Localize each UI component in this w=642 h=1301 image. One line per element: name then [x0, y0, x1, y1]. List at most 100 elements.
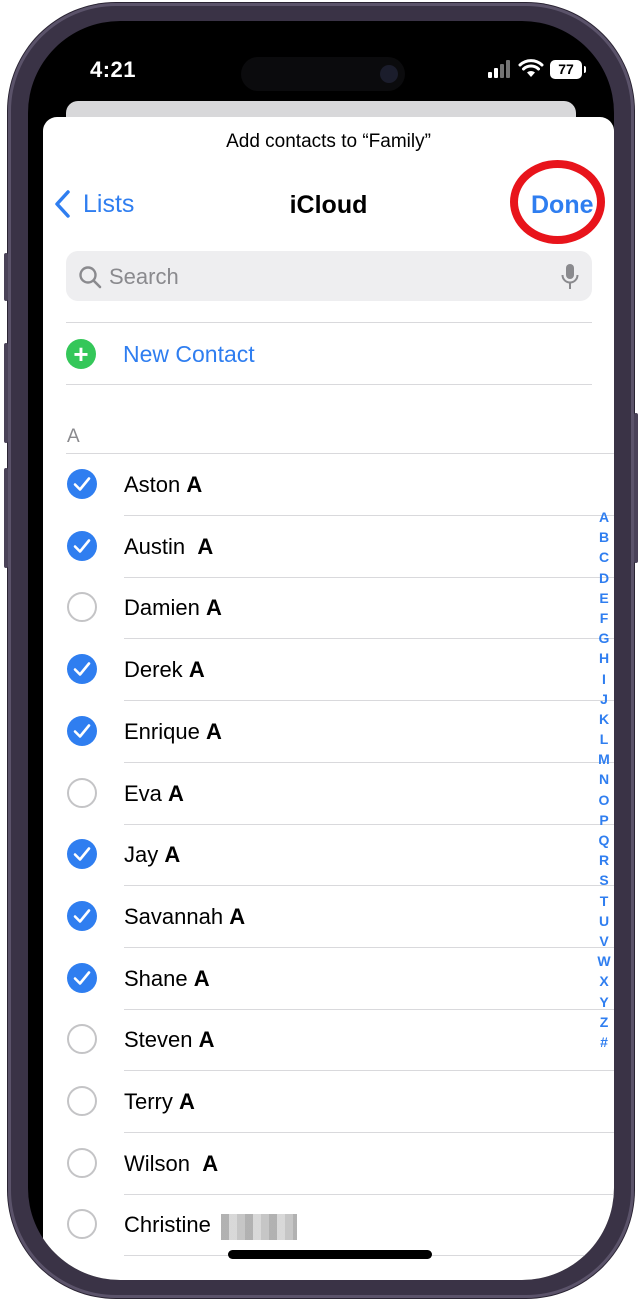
search-icon — [79, 266, 102, 289]
index-letter[interactable]: Y — [593, 992, 614, 1012]
contact-first-name: Shane — [124, 965, 188, 991]
contact-row[interactable]: Derek A — [43, 639, 614, 702]
name-separator — [185, 534, 197, 559]
contact-first-name: Terry — [124, 1089, 173, 1114]
checkmark-circle-icon[interactable] — [67, 654, 97, 685]
contact-row[interactable]: Steven A — [43, 1009, 614, 1072]
contact-row[interactable]: Terry A — [43, 1071, 614, 1133]
index-letter[interactable]: B — [593, 527, 614, 547]
index-letter[interactable]: Z — [593, 1012, 614, 1032]
contact-first-name: Savannah — [124, 903, 224, 929]
cellular-signal-icon — [488, 60, 514, 78]
checkmark-circle-icon[interactable] — [67, 469, 97, 499]
index-letter[interactable]: P — [593, 810, 614, 830]
empty-circle-icon[interactable] — [67, 1209, 97, 1240]
contact-row[interactable]: Christine — [43, 1194, 614, 1257]
index-letter[interactable]: Q — [593, 830, 614, 850]
alphabet-index[interactable]: A B C D E F G H I J K L M N O P Q R S T U V W X Y Z # — [593, 507, 614, 1052]
index-letter[interactable]: D — [593, 568, 614, 588]
contact-last-name: A — [198, 1027, 215, 1053]
contact-row[interactable]: Savannah A — [43, 886, 614, 948]
index-letter[interactable]: R — [593, 850, 614, 870]
contact-row[interactable]: Austin A — [43, 516, 614, 578]
contact-first-name: Eva — [124, 780, 162, 806]
empty-circle-icon[interactable] — [67, 1086, 97, 1116]
chevron-left-icon — [55, 190, 70, 218]
index-letter[interactable]: V — [593, 931, 614, 951]
plus-circle-icon: + — [66, 339, 96, 369]
contact-last-name: A — [168, 780, 184, 806]
checkmark-circle-icon[interactable] — [67, 839, 97, 870]
search-field[interactable]: Search — [66, 251, 592, 301]
contact-last-name: A — [205, 718, 222, 744]
search-placeholder: Search — [109, 264, 179, 289]
microphone-icon[interactable] — [560, 263, 580, 291]
checkmark-circle-icon[interactable] — [67, 962, 97, 993]
contact-first-name: Jay — [124, 842, 159, 868]
contact-name: Shane A — [124, 966, 210, 992]
add-contacts-sheet: Add contacts to “Family” Lists iCloud Do… — [43, 117, 614, 1280]
contact-last-name: A — [202, 1150, 219, 1176]
index-letter[interactable]: S — [593, 870, 614, 890]
contact-last-name: A — [229, 903, 246, 929]
contact-first-name: Austin — [124, 533, 186, 559]
index-letter[interactable]: A — [593, 507, 614, 527]
index-letter[interactable]: E — [593, 588, 614, 608]
index-letter[interactable]: J — [593, 689, 614, 709]
contact-first-name: Damien — [124, 595, 200, 621]
contact-name: Savannah A — [124, 904, 245, 930]
phone-frame: 4:21 77 Add contacts to “Family” Lists i… — [4, 3, 638, 1298]
volume-down-button — [4, 468, 8, 568]
empty-circle-icon[interactable] — [67, 1024, 97, 1055]
checkmark-circle-icon[interactable] — [67, 530, 97, 561]
section-header-a: A — [67, 426, 80, 447]
empty-circle-icon[interactable] — [67, 777, 97, 808]
empty-circle-icon[interactable] — [67, 1147, 97, 1178]
checkmark-circle-icon[interactable] — [67, 900, 97, 931]
new-contact-label: New Contact — [123, 340, 255, 367]
index-letter[interactable]: H — [593, 648, 614, 668]
index-letter[interactable]: F — [593, 608, 614, 628]
contact-first-name: Derek — [124, 657, 183, 683]
contact-name: Aston A — [124, 472, 202, 498]
contact-last-name: A — [164, 842, 181, 868]
contact-row[interactable]: Eva A — [43, 763, 614, 825]
index-letter[interactable]: M — [593, 749, 614, 769]
index-letter[interactable]: W — [593, 951, 614, 971]
contact-row[interactable]: Jay A — [43, 824, 614, 887]
index-letter[interactable]: O — [593, 790, 614, 810]
index-letter[interactable]: I — [593, 669, 614, 689]
contact-last-name: A — [193, 965, 210, 991]
index-letter[interactable]: X — [593, 971, 614, 991]
contact-name: Wilson A — [124, 1151, 218, 1177]
index-letter[interactable]: # — [593, 1032, 614, 1052]
status-time: 4:21 — [90, 57, 137, 82]
done-button[interactable]: Done — [531, 191, 594, 220]
back-button-label: Lists — [83, 189, 135, 218]
contact-row[interactable]: Shane A — [43, 948, 614, 1010]
contact-last-name: A — [197, 533, 214, 559]
empty-circle-icon[interactable] — [67, 592, 97, 623]
contact-row[interactable]: Enrique A — [43, 701, 614, 763]
contact-row[interactable]: Wilson A — [43, 1133, 614, 1195]
back-button[interactable]: Lists — [53, 189, 134, 219]
index-letter[interactable]: G — [593, 628, 614, 648]
index-letter[interactable]: T — [593, 891, 614, 911]
contact-name: Enrique A — [124, 719, 222, 745]
contact-name: Derek A — [124, 657, 205, 683]
index-letter[interactable]: N — [593, 769, 614, 789]
sheet-title: Add contacts to “Family” — [226, 131, 431, 152]
checkmark-circle-icon[interactable] — [67, 715, 97, 746]
contact-last-name: A — [188, 657, 205, 683]
index-letter[interactable]: K — [593, 709, 614, 729]
contact-name: Christine — [124, 1212, 297, 1240]
index-letter[interactable]: C — [593, 547, 614, 567]
contact-row[interactable]: Aston A — [43, 454, 614, 516]
index-letter[interactable]: L — [593, 729, 614, 749]
contact-row[interactable]: Damien A — [43, 577, 614, 640]
volume-up-button — [4, 343, 8, 443]
contact-name: Damien A — [124, 595, 222, 621]
contact-first-name: Enrique — [124, 718, 200, 744]
new-contact-button[interactable]: + New Contact — [66, 323, 592, 385]
index-letter[interactable]: U — [593, 911, 614, 931]
